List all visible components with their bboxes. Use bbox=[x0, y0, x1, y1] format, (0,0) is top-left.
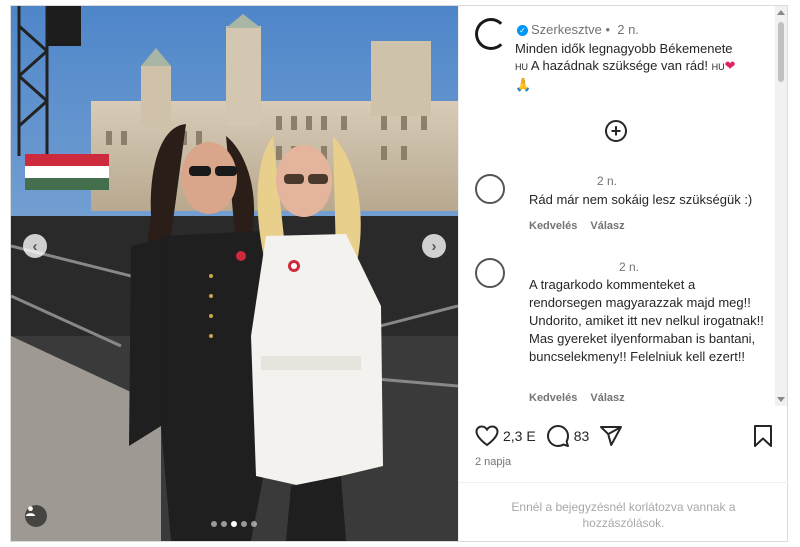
like-comment-button[interactable]: Kedvelés bbox=[529, 392, 577, 404]
comments-restricted-notice: Ennél a bejegyzésnél korlátozva vannak a… bbox=[511, 500, 736, 530]
comments-scroll-area[interactable]: ✓ Szerkesztve • 2 n. Minden idők legnagyo… bbox=[459, 6, 774, 406]
like-comment-button[interactable]: Kedvelés bbox=[529, 220, 577, 232]
verified-badge-icon: ✓ bbox=[517, 25, 528, 37]
author-avatar[interactable] bbox=[475, 18, 507, 50]
plus-circle-icon: + bbox=[610, 121, 622, 141]
comment-text: Rád már nem sokáig lesz szükségük :) bbox=[529, 192, 753, 207]
carousel-prev-button[interactable]: ‹ bbox=[23, 234, 47, 258]
user-icon bbox=[25, 506, 36, 516]
praying-hands-icon: 🙏 bbox=[515, 77, 532, 92]
save-button[interactable] bbox=[753, 424, 773, 453]
bookmark-icon bbox=[754, 425, 772, 447]
hungary-flag-icon: HU bbox=[515, 62, 528, 72]
like-count: 2,3 E bbox=[503, 428, 536, 444]
carousel-dot bbox=[241, 521, 247, 527]
comment-actions: Kedvelés Válasz bbox=[529, 220, 635, 232]
carousel-dot bbox=[221, 521, 227, 527]
load-more-comments-button[interactable]: + bbox=[605, 120, 627, 142]
scroll-down-arrow-icon[interactable] bbox=[777, 397, 785, 402]
red-heart-icon: ❤ bbox=[724, 58, 736, 73]
comment-actions: Kedvelés Válasz bbox=[529, 392, 635, 404]
meta-separator: • bbox=[605, 22, 610, 37]
reply-comment-button[interactable]: Válasz bbox=[590, 392, 624, 404]
post-meta: ✓ Szerkesztve • 2 n. bbox=[517, 22, 639, 37]
caption-line-1: Minden idők legnagyobb Békemenete bbox=[515, 41, 733, 56]
share-button[interactable] bbox=[599, 424, 627, 448]
heart-icon bbox=[475, 425, 499, 447]
carousel-dot bbox=[231, 521, 237, 527]
like-button[interactable]: 2,3 E bbox=[475, 425, 536, 447]
comment-text: A tragarkodo kommenteket a rendorsegen m… bbox=[529, 277, 764, 364]
hungary-flag-icon: HU bbox=[711, 62, 725, 72]
post-dialog: ‹ › ✓ Szerkesztve • 2 n. Minden idők legn… bbox=[10, 5, 788, 542]
carousel-dot bbox=[251, 521, 257, 527]
carousel-next-button[interactable]: › bbox=[422, 234, 446, 258]
tagged-users-button[interactable] bbox=[25, 505, 47, 527]
commenter-avatar[interactable] bbox=[475, 174, 505, 204]
carousel-dots bbox=[211, 521, 257, 527]
comment-button[interactable]: 83 bbox=[546, 424, 590, 448]
share-paper-plane-icon bbox=[600, 426, 623, 446]
post-time: 2 n. bbox=[617, 22, 639, 37]
photo-illustration bbox=[11, 6, 458, 541]
carousel-dot bbox=[211, 521, 217, 527]
post-photo[interactable]: ‹ › bbox=[11, 6, 458, 541]
scrollbar-thumb[interactable] bbox=[778, 22, 784, 82]
comment-bubble-icon bbox=[546, 425, 569, 447]
author-name[interactable]: Szerkesztve bbox=[531, 22, 602, 37]
caption-line-2: A hazádnak szüksége van rád! bbox=[530, 58, 708, 73]
post-side-panel: ✓ Szerkesztve • 2 n. Minden idők legnagyo… bbox=[458, 6, 788, 541]
comments-scrollbar[interactable] bbox=[775, 6, 787, 406]
comments-restricted-area: Ennél a bejegyzésnél korlátozva vannak a… bbox=[459, 482, 788, 541]
commenter-avatar[interactable] bbox=[475, 258, 505, 288]
scroll-up-arrow-icon[interactable] bbox=[777, 10, 785, 15]
comment-count: 83 bbox=[573, 428, 590, 444]
reply-comment-button[interactable]: Válasz bbox=[590, 220, 624, 232]
chevron-right-icon: › bbox=[431, 237, 437, 255]
chevron-left-icon: ‹ bbox=[32, 237, 38, 255]
comment-time: 2 n. bbox=[597, 174, 618, 188]
post-date: 2 napja bbox=[475, 456, 512, 468]
post-caption: Minden idők legnagyobb Békemenete HU A h… bbox=[515, 40, 765, 93]
post-actions: 2,3 E 83 bbox=[475, 424, 775, 448]
comment-time: 2 n. bbox=[619, 260, 640, 274]
